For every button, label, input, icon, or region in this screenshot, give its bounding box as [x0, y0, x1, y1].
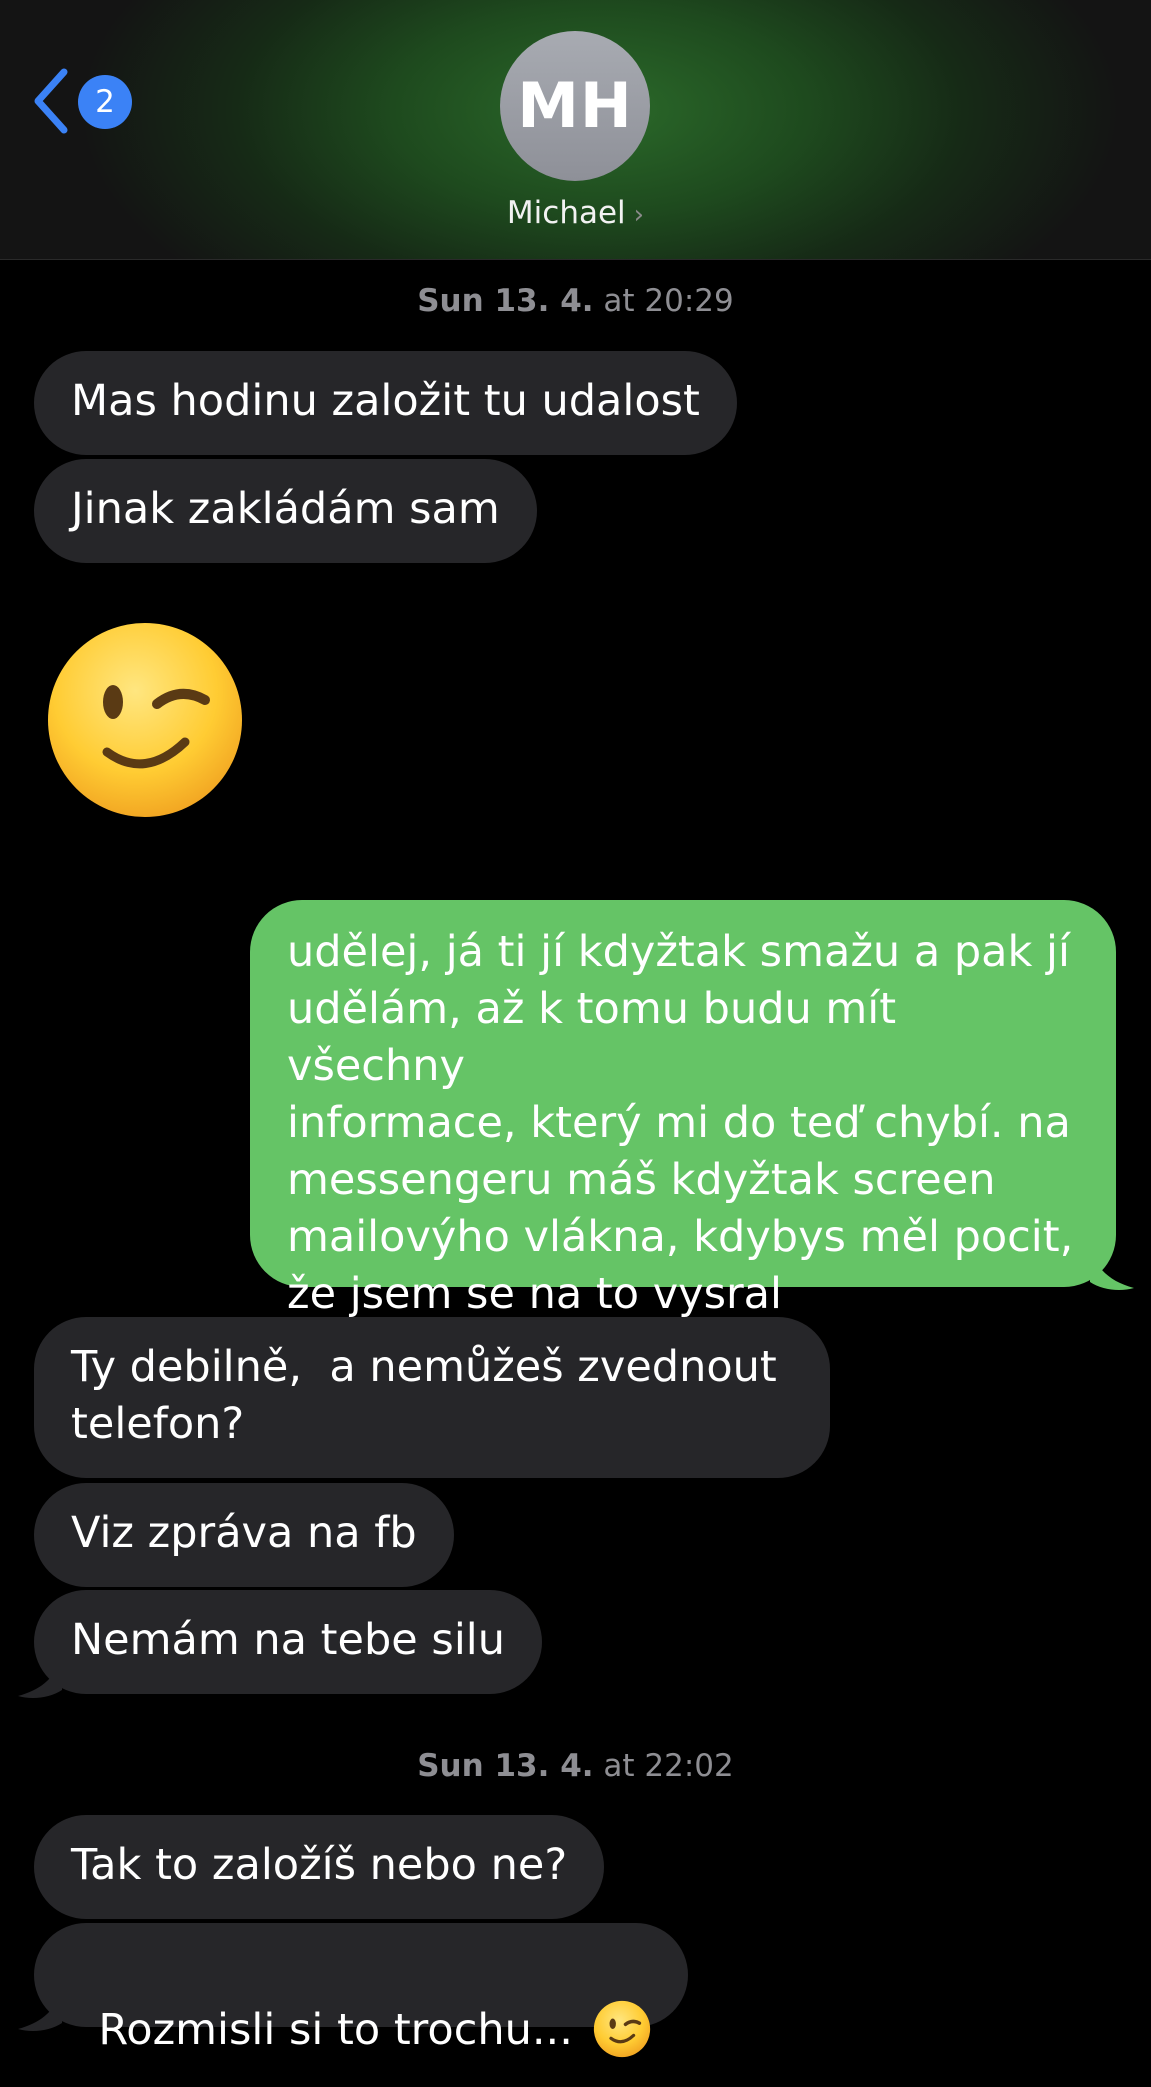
- chevron-right-icon: ›: [633, 200, 645, 230]
- contact-name-button[interactable]: Michael ›: [0, 195, 1151, 231]
- message-timestamp: Sun 13. 4. at 20:29: [417, 283, 734, 319]
- bubble-tail: [1090, 1252, 1134, 1290]
- bubble-tail: [18, 1993, 62, 2031]
- incoming-message[interactable]: Jinak zakládám sam: [34, 459, 537, 563]
- winking-face-emoji: [593, 2000, 650, 2057]
- incoming-message[interactable]: Rozmisli si to trochu...: [34, 1923, 688, 2057]
- conversation-header: 2 MH Michael ›: [0, 0, 1151, 260]
- contact-avatar[interactable]: MH: [500, 31, 650, 181]
- bubble-tail: [18, 1660, 62, 1698]
- incoming-message[interactable]: Tak to založíš nebo ne?: [34, 1815, 605, 1919]
- message-timestamp: Sun 13. 4. at 22:02: [417, 1748, 734, 1784]
- incoming-message[interactable]: Ty debilně, a nemůžeš zvednout telefon?: [34, 1317, 830, 1478]
- unread-count-badge: 2: [78, 75, 132, 129]
- message-text: Rozmisli si to trochu...: [98, 2005, 587, 2055]
- incoming-message[interactable]: Nemám na tebe silu: [34, 1590, 542, 1694]
- incoming-message[interactable]: Viz zpráva na fb: [34, 1483, 454, 1587]
- contact-name: Michael: [506, 195, 626, 231]
- outgoing-message[interactable]: udělej, já ti jí kdyžtak smažu a pak jí …: [250, 900, 1116, 1319]
- back-button[interactable]: 2: [30, 68, 140, 134]
- winking-face-emoji[interactable]: [45, 620, 245, 820]
- chevron-left-icon: [34, 68, 68, 134]
- incoming-message[interactable]: Mas hodinu založit tu udalost: [34, 351, 737, 455]
